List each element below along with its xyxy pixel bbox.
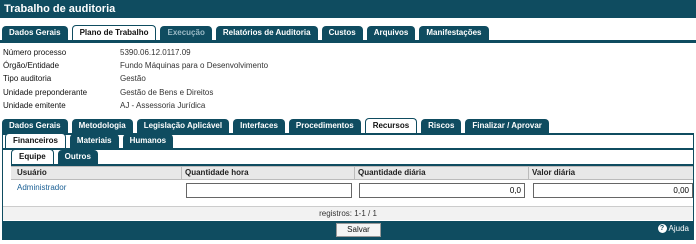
recursos-panel: Financeiros Materiais Humanos Equipe Out… <box>2 132 694 240</box>
cell-usuario[interactable]: Administrador <box>17 183 66 192</box>
info-row-orgao-entidade: Órgão/Entidade Fundo Máquinas para o Des… <box>3 59 696 72</box>
info-value: Fundo Máquinas para o Desenvolvimento <box>120 61 269 71</box>
help-link[interactable]: ? Ajuda <box>657 223 689 233</box>
info-row-tipo-auditoria: Tipo auditoria Gestão <box>3 72 696 85</box>
process-info: Número processo 5390.06.12.0117.09 Órgão… <box>0 43 696 112</box>
header-quantidade-hora: Quantidade hora <box>185 167 249 177</box>
table-header: Usuário Quantidade hora Quantidade diári… <box>11 165 693 180</box>
tab-custos[interactable]: Custos <box>321 26 363 40</box>
tab-metodologia[interactable]: Metodologia <box>71 118 133 133</box>
tab-materiais[interactable]: Materiais <box>69 133 119 148</box>
valor-diaria-input[interactable] <box>533 182 693 198</box>
tab-equipe[interactable]: Equipe <box>11 148 54 164</box>
main-tab-bar: Dados Gerais Plano de Trabalho Execução … <box>0 25 696 40</box>
tab-riscos[interactable]: Riscos <box>421 118 462 133</box>
team-tab-bar: Equipe Outros <box>3 147 693 164</box>
tab-procedimentos[interactable]: Procedimentos <box>288 118 361 133</box>
help-label: Ajuda <box>668 223 689 233</box>
info-value: Gestão <box>120 74 146 84</box>
window-title: Trabalho de auditoria <box>0 0 696 18</box>
tab-humanos[interactable]: Humanos <box>122 133 174 148</box>
header-quantidade-diaria: Quantidade diária <box>358 167 426 177</box>
tab-execucao: Execução <box>160 26 212 40</box>
tab-financeiros[interactable]: Financeiros <box>5 132 66 148</box>
section-tab-bar: Dados Gerais Metodologia Legislação Apli… <box>0 117 696 133</box>
quantidade-hora-input[interactable] <box>186 182 352 198</box>
quantidade-diaria-input[interactable] <box>359 182 525 198</box>
info-value: Gestão de Bens e Direitos <box>120 87 214 97</box>
tab-arquivos[interactable]: Arquivos <box>366 26 416 40</box>
info-label: Órgão/Entidade <box>3 61 60 71</box>
tab-manifestacoes[interactable]: Manifestações <box>419 26 489 40</box>
tab-outros[interactable]: Outros <box>57 149 98 164</box>
info-label: Número processo <box>3 48 67 57</box>
tab-recursos[interactable]: Recursos <box>364 117 418 133</box>
column-divider <box>528 166 529 179</box>
column-divider <box>354 166 355 179</box>
info-value: AJ - Assessoria Jurídica <box>120 100 206 110</box>
tab-plano-de-trabalho[interactable]: Plano de Trabalho <box>71 25 157 40</box>
column-divider <box>181 166 182 179</box>
header-valor-diaria: Valor diária <box>532 167 576 177</box>
info-label: Tipo auditoria <box>3 74 52 84</box>
info-value: 5390.06.12.0117.09 <box>120 48 191 57</box>
tab-legislacao-aplicavel[interactable]: Legislação Aplicável <box>136 118 230 133</box>
tab-interfaces[interactable]: Interfaces <box>233 118 285 133</box>
tab-section-dados-gerais[interactable]: Dados Gerais <box>2 118 68 133</box>
info-row-numero-processo: Número processo 5390.06.12.0117.09 <box>3 46 696 59</box>
equipe-table: Usuário Quantidade hora Quantidade diári… <box>11 163 693 200</box>
header-usuario: Usuário <box>17 167 47 177</box>
info-label: Unidade emitente <box>3 100 66 110</box>
tab-dados-gerais[interactable]: Dados Gerais <box>2 26 68 40</box>
tab-finalizar-aprovar[interactable]: Finalizar / Aprovar <box>465 118 549 133</box>
save-button[interactable]: Salvar <box>336 222 381 237</box>
info-row-unidade-emitente: Unidade emitente AJ - Assessoria Jurídic… <box>3 99 696 112</box>
help-icon: ? <box>657 223 667 233</box>
resource-tab-bar: Financeiros Materiais Humanos <box>3 132 693 148</box>
footer-bar: Salvar ? Ajuda <box>3 220 693 240</box>
info-label: Unidade preponderante <box>3 87 88 97</box>
pagination-status: registros: 1-1 / 1 <box>3 205 693 220</box>
info-row-unidade-preponderante: Unidade preponderante Gestão de Bens e D… <box>3 86 696 99</box>
table-row: Administrador <box>11 180 693 200</box>
tab-relatorios-de-auditoria[interactable]: Relatórios de Auditoria <box>215 26 318 40</box>
